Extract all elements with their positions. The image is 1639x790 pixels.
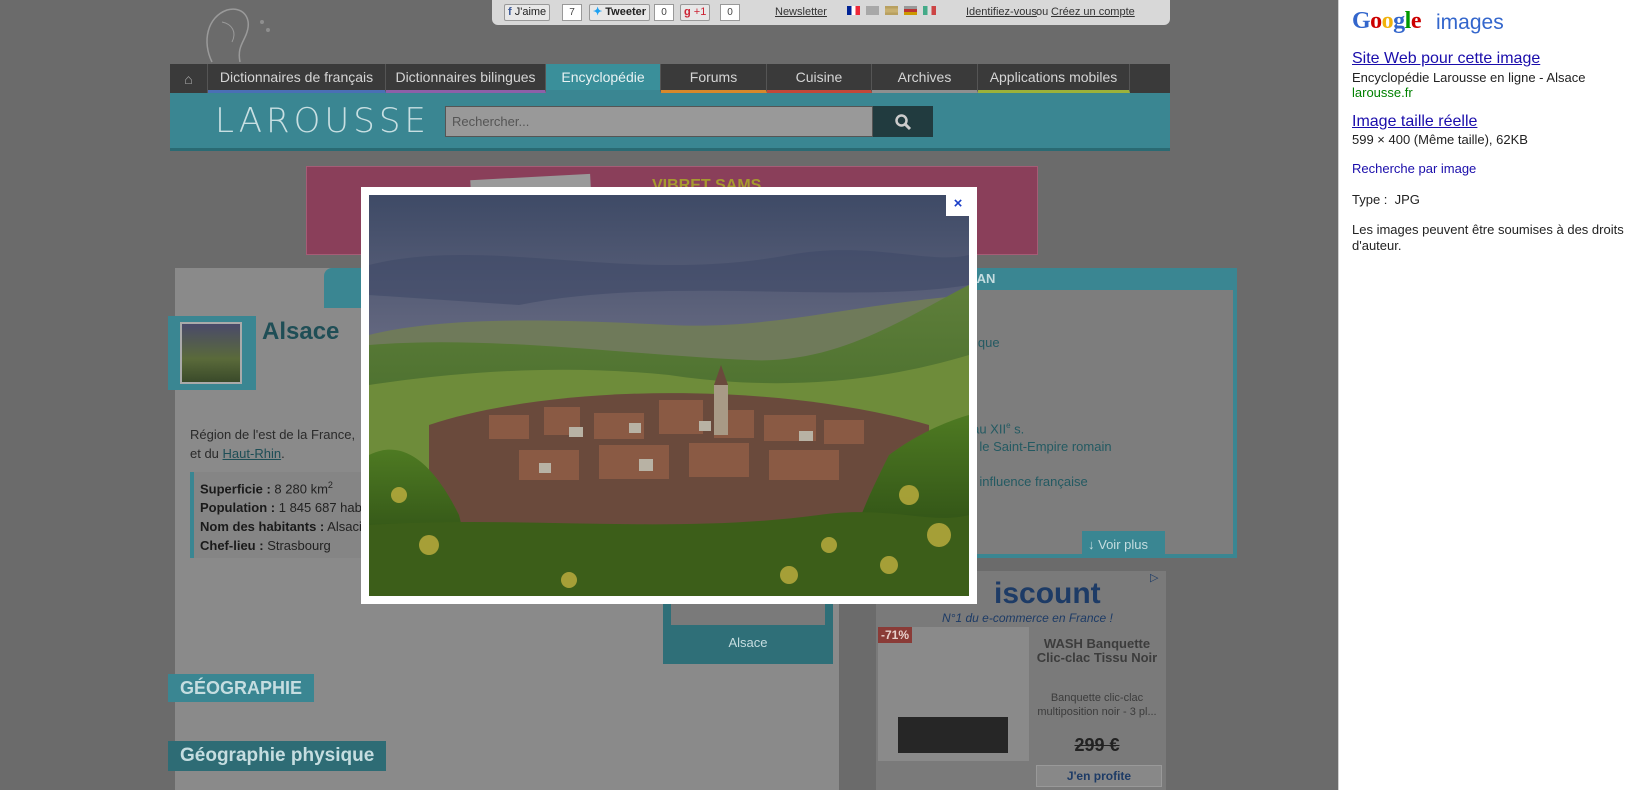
close-icon[interactable]: × [946, 192, 970, 216]
full-size-link[interactable]: Image taille réelle [1352, 113, 1477, 131]
social-top-bar: f J'aime 7 ✦ Tweeter 0 g +1 0 Newsletter… [492, 0, 1170, 25]
ad-price: 299 € [1074, 735, 1120, 755]
ad-product-image [878, 627, 1029, 761]
flag-es-icon[interactable] [885, 6, 898, 15]
register-link[interactable]: Créez un compte [1051, 6, 1135, 18]
image-lightbox: × [361, 187, 977, 604]
nav-tab[interactable]: Dictionnaires de français [208, 64, 386, 93]
search-button[interactable] [873, 106, 933, 137]
brand-bar: LAROUSSE Rechercher... [170, 93, 1170, 151]
plan-heading: PLAN [932, 268, 1237, 290]
tweet-count: 0 [654, 4, 674, 21]
nav-tab[interactable]: Forums [661, 64, 767, 93]
google-logo-letter: o [1370, 8, 1382, 34]
site-web-link[interactable]: Site Web pour cette image [1352, 50, 1540, 68]
or-text: ou [1036, 6, 1049, 18]
ad-product-name: WASH Banquette Clic-clac Tissu Noir [1036, 636, 1158, 665]
plan-item[interactable]: us influence française [962, 474, 1088, 489]
ad-cta-button[interactable]: J'en profite [1036, 765, 1162, 787]
google-images-sidebar: Google images Site Web pour cette image … [1338, 0, 1639, 790]
google-logo-letter: g [1393, 8, 1405, 34]
google-logo-letter: e [1410, 8, 1422, 34]
flag-en-icon[interactable] [866, 6, 879, 15]
nav-tab[interactable]: Dictionnaires bilingues [386, 64, 546, 93]
google-logo-letter: G [1352, 8, 1371, 34]
nav-tab[interactable]: Applications mobiles [978, 64, 1130, 93]
search-icon [895, 113, 912, 130]
image-type: Type : JPG [1352, 192, 1420, 207]
nav-tab[interactable]: Encyclopédie [546, 64, 661, 93]
facebook-like-button[interactable]: f J'aime [504, 4, 551, 21]
facts-box: Superficie : 8 280 km2 Population : 1 84… [190, 472, 375, 558]
copyright-note: Les images peuvent être soumises à des d… [1352, 222, 1624, 253]
alsace-village-photo[interactable] [369, 195, 969, 596]
arrow-down-icon: ↓ [1088, 537, 1095, 552]
nav-tabs: Dictionnaires de français Dictionnaires b… [208, 64, 1130, 93]
google-images-label: images [1436, 11, 1504, 34]
search-input[interactable]: Rechercher... [445, 106, 873, 137]
landscape-image [369, 195, 969, 596]
article-thumbnail[interactable] [180, 322, 242, 384]
flag-de-icon[interactable] [904, 6, 917, 15]
google-plus-icon: g [684, 6, 691, 18]
ad-brand: iscount [994, 577, 1101, 610]
google-logo[interactable]: Google [1352, 8, 1422, 35]
adchoices-icon[interactable]: ▷ [1150, 571, 1164, 585]
plan-item[interactable]: ns le Saint-Empire romain [962, 439, 1112, 454]
flag-it-icon[interactable] [923, 6, 936, 15]
twitter-icon: ✦ [593, 6, 603, 18]
sofa-shape [898, 717, 1008, 753]
language-flags [847, 6, 936, 15]
search-by-image-link[interactable]: Recherche par image [1352, 161, 1476, 176]
google-logo-letter: o [1381, 8, 1394, 34]
haut-rhin-link[interactable]: Haut-Rhin [223, 446, 282, 461]
login-link[interactable]: Identifiez-vous [966, 6, 1037, 18]
ad-product-desc: Banquette clic-clac multiposition noir -… [1037, 692, 1157, 718]
larousse-logo[interactable]: LAROUSSE [215, 101, 430, 141]
like-count: 7 [562, 4, 582, 21]
google-plus-button[interactable]: g +1 [680, 4, 711, 21]
voir-plus-button[interactable]: ↓ Voir plus [1082, 531, 1165, 558]
article-thumbnail-frame [168, 316, 256, 390]
main-nav: ⌂ Dictionnaires de français Dictionnaires… [170, 64, 1170, 93]
flag-fr-icon[interactable] [847, 6, 860, 15]
newsletter-link[interactable]: Newsletter [775, 6, 827, 18]
plusone-count: 0 [720, 4, 740, 21]
site-domain: larousse.fr [1352, 85, 1413, 100]
nav-tab[interactable]: Cuisine [767, 64, 872, 93]
site-title: Encyclopédie Larousse en ligne - Alsace [1352, 70, 1586, 85]
article-title: Alsace [262, 318, 340, 345]
map-box[interactable]: Alsace [663, 595, 833, 664]
image-dimensions: 599 × 400 (Même taille), 62KB [1352, 132, 1528, 147]
home-icon[interactable]: ⌂ [170, 64, 208, 93]
plan-panel [932, 268, 1237, 558]
map-label: Alsace [728, 635, 768, 650]
tweet-button[interactable]: ✦ Tweeter [589, 4, 651, 21]
section-heading-geographie-physique: Géographie physique [168, 741, 387, 771]
ad-discount-badge: -71% [878, 627, 913, 643]
section-heading-geographie: GÉOGRAPHIE [168, 674, 315, 702]
nav-tab[interactable]: Archives [872, 64, 978, 93]
ad-tagline: N°1 du e-commerce en France ! [942, 611, 1113, 625]
facebook-icon: f [508, 6, 512, 18]
portrait-sketch-logo [182, 2, 282, 64]
article-intro: Région de l'est de la France, et du Haut… [190, 427, 356, 461]
